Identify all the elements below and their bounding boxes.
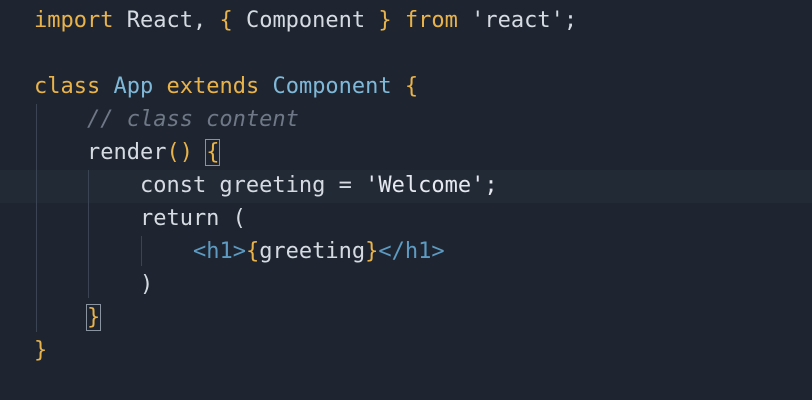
code-token: () [166,140,193,165]
code-token: } [34,338,48,363]
code-token: Component [272,74,392,99]
code-line-11[interactable]: } [34,334,47,367]
code-line-10[interactable]: } [34,301,102,334]
code-token: 'react'; [457,8,578,33]
code-token: ) [34,272,154,297]
code-line-5[interactable]: render() { [34,136,221,169]
code-token: // class content [34,107,299,132]
code-token: greeting = [206,173,366,198]
code-token: greeting [259,239,366,264]
code-editor[interactable]: import React, { Component } from 'react'… [0,0,812,400]
code-token: import [34,8,114,33]
code-token: ( [219,206,246,231]
code-token: render [34,140,167,165]
code-token: { [245,239,260,264]
code-line-6[interactable]: const greeting = 'Welcome'; [34,169,498,202]
code-token: <h1> [192,239,246,264]
code-token: extends [166,74,260,99]
code-token: } [365,239,379,264]
code-token: } [378,8,392,33]
code-line-7[interactable]: return ( [34,202,246,235]
code-token: { [205,139,221,166]
code-token: Component [232,8,379,33]
code-line-4[interactable]: // class content [34,103,299,136]
code-token: const [34,173,207,198]
code-token: React, [113,8,220,33]
code-line-8[interactable]: <h1>{greeting}</h1> [34,235,445,268]
code-token: </h1> [378,239,445,264]
code-line-9[interactable]: ) [34,268,153,301]
code-token: App [113,74,154,99]
code-token: } [85,304,102,331]
code-token: from [404,8,458,33]
code-token: 'Welcome'; [365,173,498,198]
code-line-3[interactable]: class App extends Component { [34,70,418,103]
code-token: { [219,8,233,33]
code-token: class [34,74,101,99]
code-token: return [34,206,220,231]
code-token: { [404,74,419,99]
code-line-1[interactable]: import React, { Component } from 'react'… [34,4,577,37]
